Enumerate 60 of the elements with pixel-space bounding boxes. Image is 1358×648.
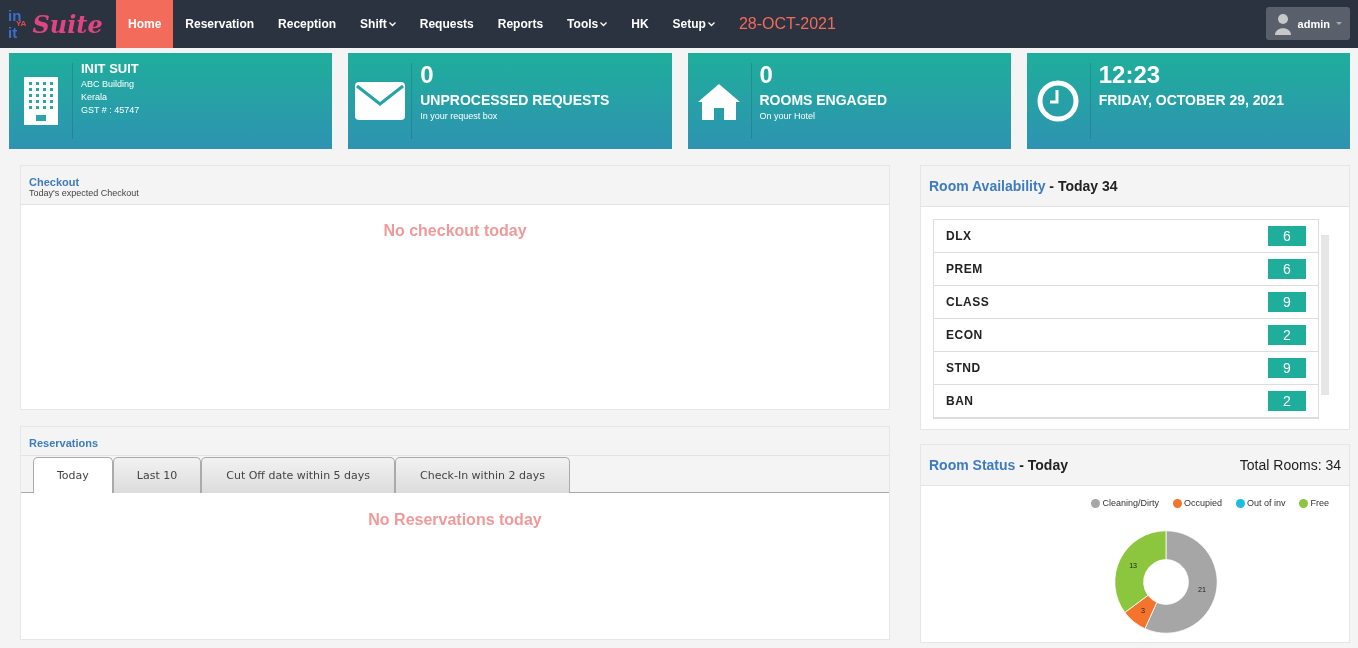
- room-count: 6: [1268, 226, 1306, 246]
- card-text: In your request box: [420, 111, 499, 121]
- user-avatar-icon: [1273, 12, 1292, 35]
- legend-item: Free: [1299, 498, 1329, 508]
- legend-item: Out of inv: [1235, 498, 1286, 508]
- user-menu-button[interactable]: admin: [1265, 7, 1350, 40]
- panel-subtitle: Today's expected Checkout: [29, 188, 140, 198]
- card-value: 0: [420, 61, 435, 89]
- nav-item[interactable]: Reports: [485, 0, 556, 48]
- envelope-icon: [354, 82, 405, 120]
- room-count: 6: [1268, 259, 1306, 279]
- room-type: BAN: [946, 394, 974, 408]
- caret-icon: [1336, 22, 1342, 25]
- slice-value: 13: [1129, 560, 1138, 570]
- tab[interactable]: Check-In within 2 days: [395, 457, 570, 493]
- scrollbar[interactable]: [1321, 235, 1329, 395]
- legend-item: Occupied: [1172, 498, 1222, 508]
- tab[interactable]: Last 10: [112, 457, 202, 493]
- card-text: ABC Building: [81, 79, 136, 89]
- panel-title: Reservations: [29, 437, 100, 449]
- tab[interactable]: Today: [33, 457, 113, 493]
- nav-item[interactable]: Shift: [348, 0, 408, 48]
- house-icon: [696, 82, 742, 120]
- nav-item[interactable]: Reception: [266, 0, 349, 48]
- nav-item[interactable]: HK: [619, 0, 661, 48]
- building-icon: [23, 77, 58, 125]
- tab[interactable]: Cut Off date within 5 days: [201, 457, 396, 493]
- panel-title: Room Status - Today: [929, 457, 1068, 473]
- room-type: CLASS: [946, 295, 990, 309]
- empty-message: No checkout today: [383, 222, 527, 241]
- legend-item: Cleaning/Dirty: [1091, 498, 1159, 508]
- nav-item[interactable]: Requests: [407, 0, 486, 48]
- nav-item[interactable]: Setup: [660, 0, 727, 48]
- card-title: FRIDAY, OCTOBER 29, 2021: [1098, 92, 1284, 108]
- room-count: 9: [1268, 358, 1306, 378]
- card-title: UNPROCESSED REQUESTS: [420, 92, 610, 108]
- empty-message: No Reservations today: [368, 511, 542, 530]
- panel-title: Room Availability - Today 34: [929, 178, 1118, 194]
- clock-icon: [1037, 80, 1080, 122]
- room-type: ECON: [946, 328, 983, 342]
- room-count: 2: [1268, 325, 1306, 345]
- slice-value: 3: [1140, 606, 1145, 616]
- panel-title: Checkout: [29, 176, 81, 188]
- card-title: INIT SUIT: [81, 61, 140, 76]
- nav-item[interactable]: Tools: [555, 0, 620, 48]
- room-type: PREM: [946, 262, 983, 276]
- card-value: 12:23: [1098, 61, 1162, 89]
- card-text: On your Hotel: [759, 111, 817, 121]
- slice-value: 21: [1197, 585, 1206, 595]
- room-count: 2: [1268, 391, 1306, 411]
- card-value: 0: [759, 61, 774, 89]
- card-text: Kerala: [81, 92, 108, 102]
- room-type: STND: [946, 361, 981, 375]
- room-count: 9: [1268, 292, 1306, 312]
- nav-item[interactable]: Reservation: [173, 0, 267, 48]
- card-title: ROOMS ENGAGED: [759, 92, 888, 108]
- current-date: 28-OCT-2021: [738, 15, 836, 33]
- card-text: GST # : 45747: [81, 105, 140, 115]
- room-type: DLX: [946, 229, 972, 243]
- total-rooms: Total Rooms: 34: [1239, 457, 1341, 473]
